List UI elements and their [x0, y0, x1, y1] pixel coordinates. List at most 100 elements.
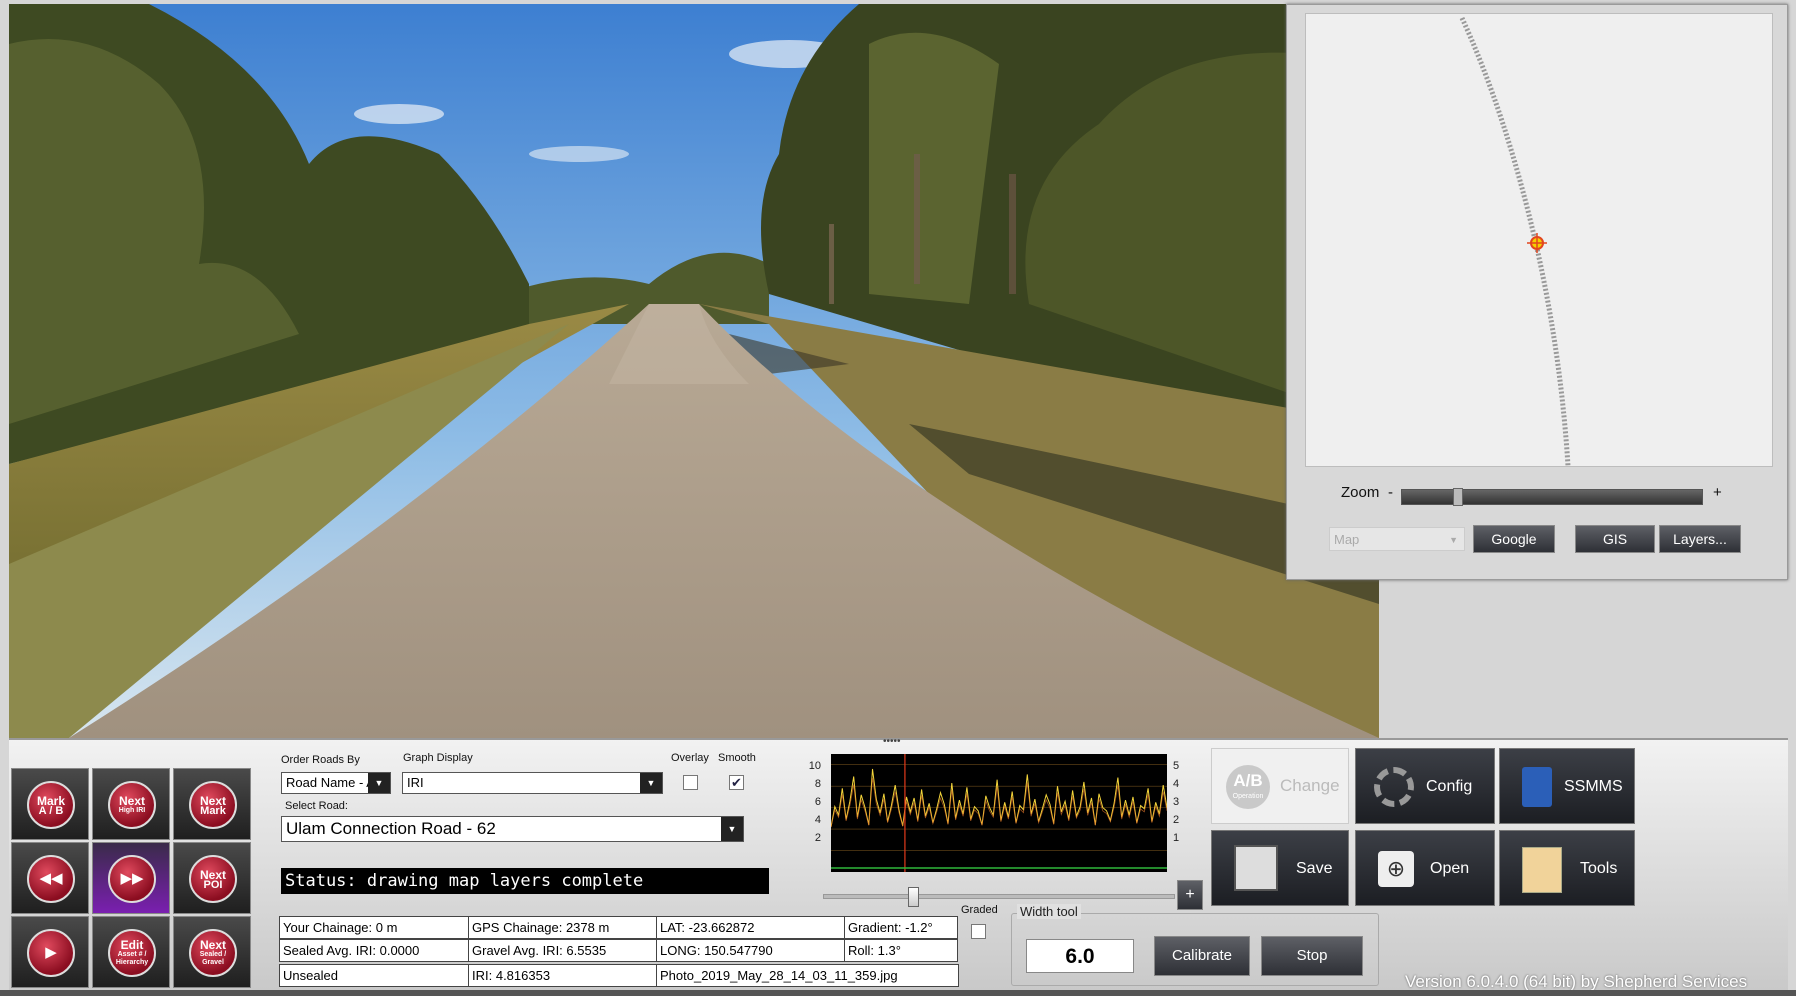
iri-series-line [830, 768, 1168, 827]
gis-button[interactable]: GIS [1575, 525, 1655, 553]
order-roads-value: Road Name - A [286, 775, 375, 790]
fast-forward-button[interactable]: ▶▶ [92, 842, 170, 914]
taskbar-strip [0, 990, 1796, 996]
ab-operation-icon: A/B Operation [1226, 765, 1270, 809]
google-button[interactable]: Google [1473, 525, 1555, 553]
next-mark-icon: Next Mark [189, 781, 237, 829]
left-axis-tick: 2 [814, 832, 821, 844]
select-road-label: Select Road: [285, 800, 348, 812]
smooth-checkbox[interactable]: ✔ [729, 775, 744, 790]
next-sealed-gravel-icon: Next Sealed / Gravel [189, 929, 237, 977]
config-button[interactable]: Config [1355, 748, 1495, 824]
right-axis-tick: 4 [1173, 778, 1180, 790]
map-panel: Zoom - + Map ▼ Google GIS Layers... [1286, 4, 1788, 580]
stop-button[interactable]: Stop [1261, 936, 1363, 976]
map-canvas[interactable] [1305, 13, 1773, 467]
play-icon: ▶ [27, 929, 75, 977]
info-cell: GPS Chainage: 2378 m [468, 916, 657, 939]
iri-graph [830, 754, 1168, 872]
info-cell: Roll: 1.3° [844, 939, 958, 962]
version-text: Version 6.0.4.0 (64 bit) by Shepherd Ser… [1405, 972, 1748, 991]
right-axis-tick: 1 [1173, 832, 1180, 844]
smooth-label: Smooth [718, 752, 756, 764]
left-axis-tick: 8 [814, 778, 821, 790]
left-axis-tick: 4 [814, 814, 821, 826]
tools-icon [1522, 847, 1562, 893]
graph-left-axis: 10 8 6 4 2 [799, 760, 821, 870]
status-bar: Status: drawing map layers complete [281, 868, 769, 894]
info-cell: Sealed Avg. IRI: 0.0000 [279, 939, 469, 962]
graded-label: Graded [961, 904, 998, 916]
zoom-label: Zoom [1341, 484, 1380, 501]
graph-zoom-plus-button[interactable]: + [1177, 880, 1203, 910]
graph-display-value: IRI [407, 775, 424, 790]
next-poi-button[interactable]: Next POI [173, 842, 251, 914]
info-cell: Your Chainage: 0 m [279, 916, 469, 939]
route-track [1459, 16, 1571, 467]
chevron-down-icon: ▼ [721, 817, 743, 841]
layers-button[interactable]: Layers... [1659, 525, 1741, 553]
graded-checkbox[interactable] [971, 924, 986, 939]
chevron-down-icon: ▼ [368, 773, 390, 793]
mark-ab-button[interactable]: Mark A / B [11, 768, 89, 840]
change-label: Change [1280, 776, 1340, 795]
edit-asset-hierarchy-icon: Edit Asset # / Hierarchy [108, 929, 156, 977]
zoom-slider-thumb[interactable] [1453, 488, 1463, 506]
ssmms-button[interactable]: SSMMS [1499, 748, 1635, 824]
left-axis-tick: 6 [814, 796, 821, 808]
width-tool-title: Width tool [1017, 904, 1081, 919]
chevron-down-icon: ▼ [1449, 535, 1458, 545]
graph-display-select[interactable]: IRI ▼ [402, 772, 663, 794]
control-panel: ••••• Mark A / B Next High IRI Next Mark ◀◀ ▶▶ N… [9, 736, 1788, 996]
rewind-icon: ◀◀ [27, 855, 75, 903]
right-axis-tick: 3 [1173, 796, 1180, 808]
splitter-grip-icon[interactable]: ••••• [883, 736, 901, 747]
map-type-value: Map [1334, 532, 1360, 547]
play-button[interactable]: ▶ [11, 916, 89, 988]
info-cell: LONG: 150.547790 [656, 939, 845, 962]
zoom-minus: - [1388, 484, 1393, 501]
save-button[interactable]: Save [1211, 830, 1349, 906]
select-road-value: Ulam Connection Road - 62 [286, 819, 496, 838]
change-button[interactable]: A/B Operation Change [1211, 748, 1349, 824]
width-value-field[interactable]: 6.0 [1026, 939, 1134, 973]
zoom-plus: + [1713, 484, 1722, 501]
edit-asset-hierarchy-button[interactable]: Edit Asset # / Hierarchy [92, 916, 170, 988]
next-high-iri-icon: Next High IRI [108, 781, 156, 829]
calibrate-button[interactable]: Calibrate [1154, 936, 1250, 976]
save-icon [1234, 845, 1278, 891]
gear-icon [1374, 767, 1414, 807]
document-icon [1522, 767, 1552, 807]
graph-display-label: Graph Display [403, 752, 473, 764]
next-sealed-gravel-button[interactable]: Next Sealed / Gravel [173, 916, 251, 988]
order-roads-select[interactable]: Road Name - A ▼ [281, 772, 391, 794]
overlay-checkbox[interactable] [683, 775, 698, 790]
info-cell: IRI: 4.816353 [468, 964, 657, 987]
select-road-select[interactable]: Ulam Connection Road - 62 ▼ [281, 816, 744, 842]
zoom-slider[interactable] [1401, 488, 1703, 506]
next-poi-icon: Next POI [189, 855, 237, 903]
order-roads-label: Order Roads By [281, 754, 360, 766]
graph-slider-thumb[interactable] [907, 887, 919, 907]
left-axis-tick: 10 [808, 760, 821, 772]
map-type-select[interactable]: Map ▼ [1329, 527, 1465, 551]
tools-button[interactable]: Tools [1499, 830, 1635, 906]
rewind-button[interactable]: ◀◀ [11, 842, 89, 914]
next-mark-button[interactable]: Next Mark [173, 768, 251, 840]
road-photo [9, 4, 1379, 738]
info-cell: Gravel Avg. IRI: 6.5535 [468, 939, 657, 962]
graph-right-axis: 5 4 3 2 1 [1173, 760, 1187, 870]
open-button[interactable]: ⊕ Open [1355, 830, 1495, 906]
info-cell: LAT: -23.662872 [656, 916, 845, 939]
chevron-down-icon: ▼ [640, 773, 662, 793]
magnify-icon: ⊕ [1378, 851, 1414, 887]
mark-ab-icon: Mark A / B [27, 781, 75, 829]
graph-position-slider[interactable] [823, 887, 1175, 907]
fast-forward-icon: ▶▶ [108, 855, 156, 903]
next-high-iri-button[interactable]: Next High IRI [92, 768, 170, 840]
info-cell: Gradient: -1.2° [844, 916, 958, 939]
right-axis-tick: 2 [1173, 814, 1180, 826]
right-axis-tick: 5 [1173, 760, 1180, 772]
info-cell: Photo_2019_May_28_14_03_11_359.jpg [656, 964, 959, 987]
overlay-label: Overlay [671, 752, 709, 764]
